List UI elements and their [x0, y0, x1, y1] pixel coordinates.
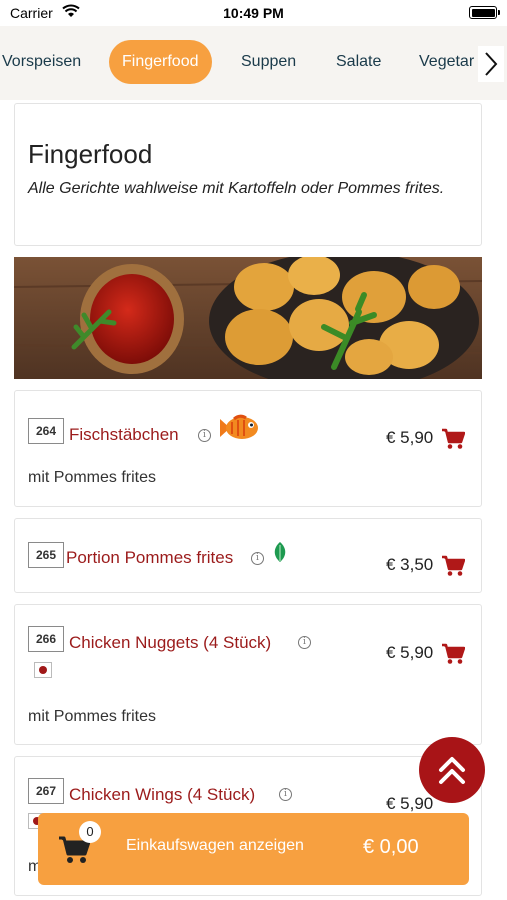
cart-label: Einkaufswagen anzeigen: [126, 837, 304, 854]
category-banner-image: [14, 257, 482, 379]
menu-item-card[interactable]: 266 Chicken Nuggets (4 Stück) i € 5,90 m…: [14, 604, 482, 745]
add-to-cart-icon[interactable]: [441, 555, 465, 577]
info-icon[interactable]: i: [298, 636, 311, 649]
info-icon[interactable]: i: [251, 552, 264, 565]
item-number: 264: [28, 418, 64, 444]
leaf-icon: [274, 542, 286, 562]
menu-item-card[interactable]: 265 Portion Pommes frites i € 3,50: [14, 518, 482, 593]
fish-icon: [220, 414, 258, 439]
item-number: 265: [28, 542, 64, 568]
tab-vegetar[interactable]: Vegetar: [419, 40, 474, 84]
item-name[interactable]: Chicken Nuggets (4 Stück): [69, 633, 271, 653]
chevron-right-icon: [485, 52, 498, 76]
item-price: € 3,50: [386, 555, 434, 574]
item-price: € 5,90: [386, 794, 434, 813]
double-chevron-up-icon: [439, 757, 465, 784]
item-name[interactable]: Chicken Wings (4 Stück): [69, 785, 255, 805]
status-bar: Carrier 10:49 PM: [0, 0, 507, 26]
add-to-cart-icon[interactable]: [441, 643, 465, 665]
item-number: 266: [28, 626, 64, 652]
info-icon[interactable]: i: [279, 788, 292, 801]
scroll-to-top-button[interactable]: [419, 737, 485, 803]
section-subtitle: Alle Gerichte wahlweise mit Kartoffeln o…: [28, 180, 445, 197]
add-to-cart-icon[interactable]: [441, 428, 465, 450]
clock: 10:49 PM: [223, 5, 284, 21]
tabs-next-button[interactable]: [478, 46, 504, 82]
allergen-icon: [34, 662, 52, 678]
info-icon[interactable]: i: [198, 429, 211, 442]
item-price: € 5,90: [386, 428, 434, 447]
item-description: mit Pommes frites: [28, 469, 157, 486]
cart-total: € 0,00: [363, 836, 419, 858]
item-number: 267: [28, 778, 64, 804]
item-price: € 5,90: [386, 643, 434, 662]
menu-item-card[interactable]: 264 Fischstäbchen i € 5,90 mit Pommes fr…: [14, 390, 482, 507]
tab-vorspeisen[interactable]: Vorspeisen: [2, 40, 81, 84]
tab-salate[interactable]: Salate: [336, 40, 381, 84]
battery-icon: [469, 6, 500, 19]
tab-fingerfood[interactable]: Fingerfood: [109, 40, 212, 84]
category-tabs: Vorspeisen Fingerfood Suppen Salate Vege…: [0, 26, 507, 100]
section-title: Fingerfood: [28, 139, 153, 169]
section-header-card: Fingerfood Alle Gerichte wahlweise mit K…: [14, 103, 482, 246]
item-description: mit Pommes frites: [28, 708, 157, 725]
item-name[interactable]: Fischstäbchen: [69, 425, 179, 445]
fingerfood-photo: [14, 257, 482, 379]
view-cart-button[interactable]: 0 Einkaufswagen anzeigen € 0,00: [38, 813, 469, 885]
item-name[interactable]: Portion Pommes frites: [66, 548, 233, 568]
tab-suppen[interactable]: Suppen: [241, 40, 296, 84]
cart-count-badge: 0: [79, 821, 101, 843]
